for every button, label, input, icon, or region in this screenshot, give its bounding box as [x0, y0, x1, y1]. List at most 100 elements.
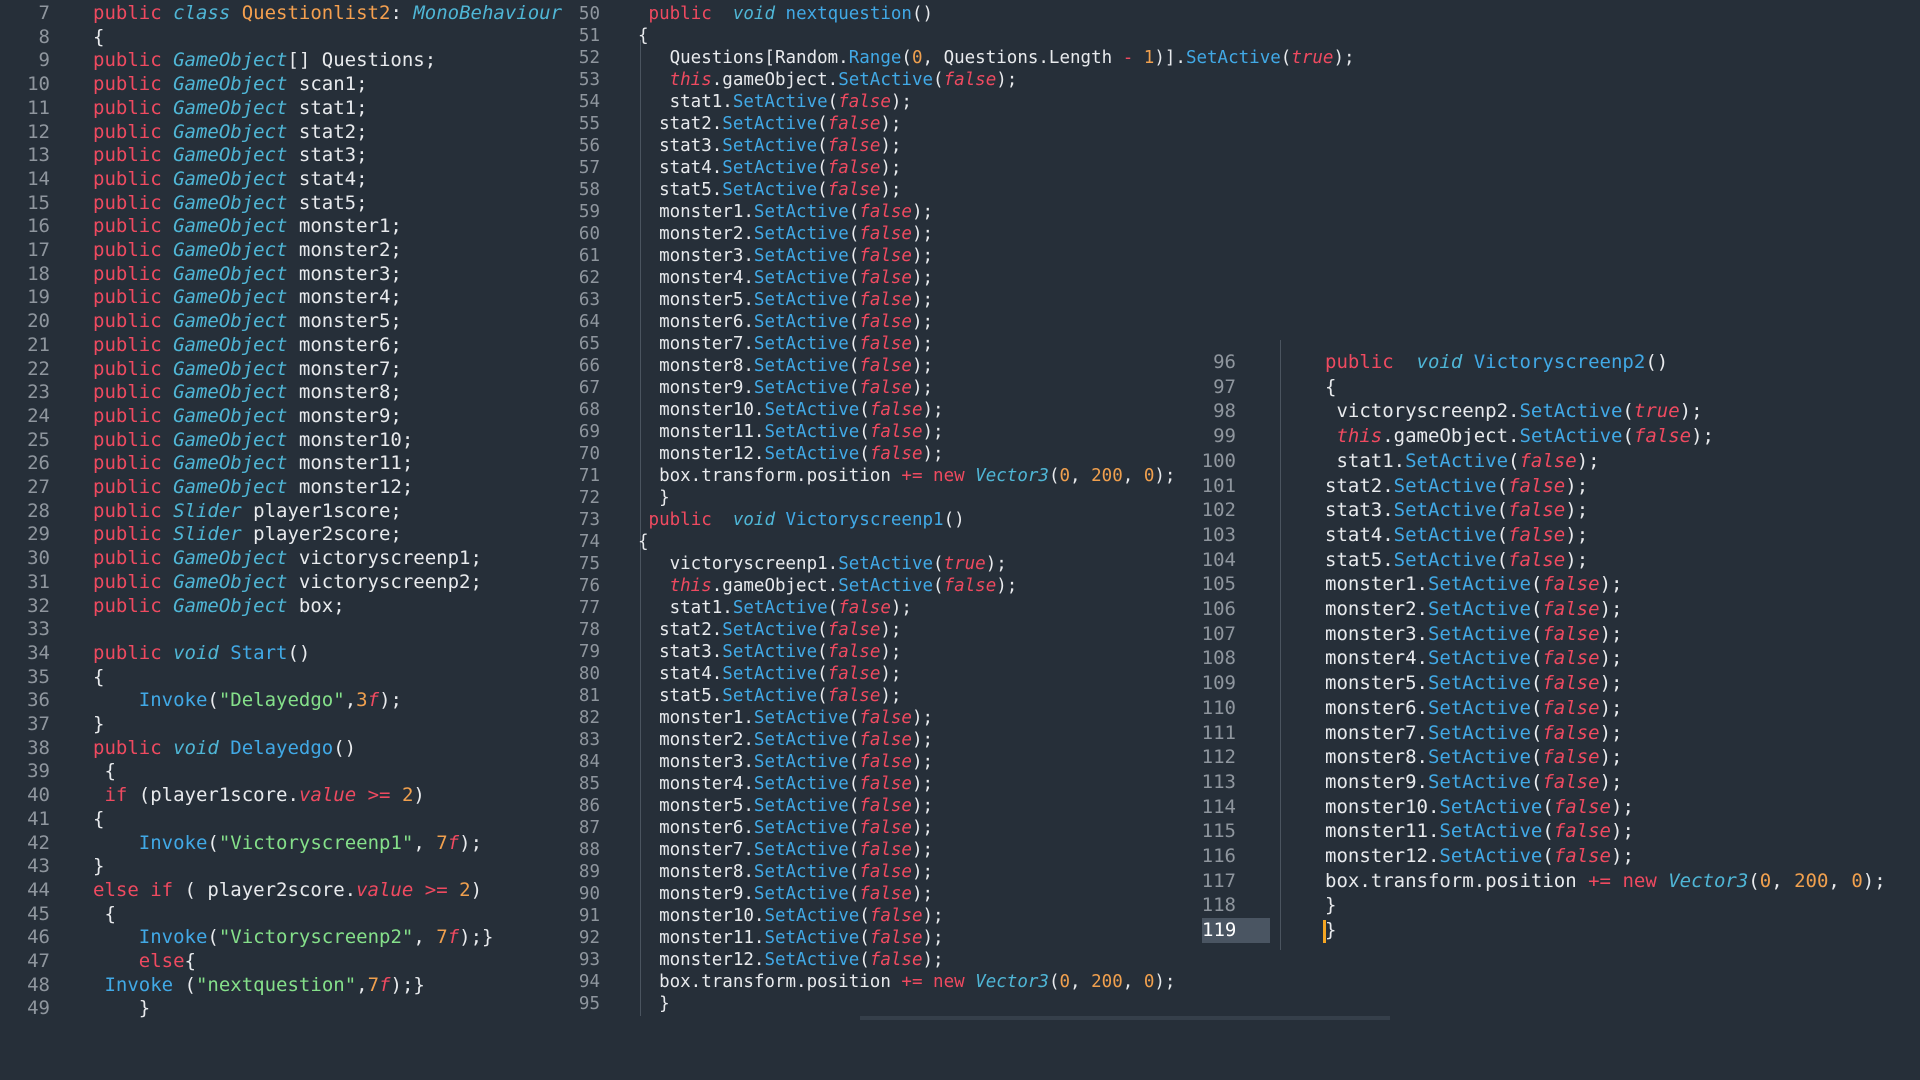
code-text[interactable]: public GameObject monster2; — [93, 239, 402, 263]
code-text[interactable]: monster9.SetActive(false); — [638, 377, 933, 399]
code-text[interactable]: stat1.SetActive(false); — [1325, 449, 1599, 474]
code-text[interactable]: stat2.SetActive(false); — [638, 619, 901, 641]
code-text[interactable]: stat4.SetActive(false); — [638, 157, 901, 179]
code-text[interactable]: stat3.SetActive(false); — [638, 135, 901, 157]
code-text[interactable]: } — [93, 713, 104, 737]
code-text[interactable]: Invoke("Delayedgo",3f); — [93, 689, 402, 713]
code-text[interactable]: monster7.SetActive(false); — [638, 839, 933, 861]
code-text[interactable]: public GameObject monster6; — [93, 334, 402, 358]
code-text[interactable]: public void nextquestion() — [638, 3, 934, 25]
code-text[interactable]: } — [1325, 918, 1336, 943]
code-text[interactable]: public GameObject monster12; — [93, 476, 413, 500]
code-text[interactable]: box.transform.position += new Vector3(0,… — [638, 971, 1175, 993]
code-text[interactable]: box.transform.position += new Vector3(0,… — [1325, 869, 1886, 894]
code-text[interactable]: Invoke ("nextquestion",7f);} — [93, 974, 424, 998]
code-text[interactable]: Questions[Random.Range(0, Questions.Leng… — [638, 47, 1355, 69]
code-text[interactable]: public GameObject stat3; — [93, 144, 368, 168]
code-text[interactable]: monster7.SetActive(false); — [638, 333, 933, 355]
code-text[interactable]: stat2.SetActive(false); — [1325, 474, 1588, 499]
code-text[interactable]: monster5.SetActive(false); — [1325, 671, 1622, 696]
code-text[interactable]: monster4.SetActive(false); — [1325, 646, 1622, 671]
code-text[interactable]: public void Victoryscreenp1() — [638, 509, 965, 531]
code-text[interactable]: public GameObject monster5; — [93, 310, 402, 334]
code-text[interactable]: box.transform.position += new Vector3(0,… — [638, 465, 1175, 487]
code-text[interactable]: stat2.SetActive(false); — [638, 113, 901, 135]
code-text[interactable]: monster8.SetActive(false); — [638, 355, 933, 377]
code-text[interactable]: monster4.SetActive(false); — [638, 773, 933, 795]
code-text[interactable]: } — [93, 855, 104, 879]
code-text[interactable]: monster10.SetActive(false); — [1325, 795, 1634, 820]
code-text[interactable]: { — [93, 26, 104, 50]
code-text[interactable]: monster6.SetActive(false); — [1325, 696, 1622, 721]
code-text[interactable]: monster11.SetActive(false); — [1325, 819, 1634, 844]
code-text[interactable]: stat4.SetActive(false); — [1325, 523, 1588, 548]
code-text[interactable]: victoryscreenp2.SetActive(true); — [1325, 399, 1702, 424]
code-text[interactable]: monster10.SetActive(false); — [638, 905, 944, 927]
code-text[interactable]: public GameObject stat1; — [93, 97, 368, 121]
code-text[interactable]: else if ( player2score.value >= 2) — [93, 879, 482, 903]
code-text[interactable]: stat5.SetActive(false); — [1325, 548, 1588, 573]
code-text[interactable]: monster9.SetActive(false); — [1325, 770, 1622, 795]
code-text[interactable]: public void Delayedgo() — [93, 737, 356, 761]
code-text[interactable]: stat5.SetActive(false); — [638, 179, 901, 201]
code-text[interactable]: } — [1325, 893, 1336, 918]
code-text[interactable]: stat4.SetActive(false); — [638, 663, 901, 685]
code-text[interactable]: public GameObject victoryscreenp1; — [93, 547, 482, 571]
code-text[interactable]: this.gameObject.SetActive(false); — [1325, 424, 1714, 449]
code-text[interactable]: public GameObject monster8; — [93, 381, 402, 405]
code-text[interactable]: monster1.SetActive(false); — [1325, 572, 1622, 597]
code-text[interactable]: monster12.SetActive(false); — [638, 949, 944, 971]
code-text[interactable]: monster6.SetActive(false); — [638, 817, 933, 839]
code-text[interactable]: public GameObject monster1; — [93, 215, 402, 239]
code-text[interactable]: public GameObject monster11; — [93, 452, 413, 476]
code-text[interactable]: monster4.SetActive(false); — [638, 267, 933, 289]
code-text[interactable]: public Slider player2score; — [93, 523, 402, 547]
code-text[interactable]: monster2.SetActive(false); — [638, 223, 933, 245]
code-text[interactable]: public GameObject monster7; — [93, 358, 402, 382]
code-text[interactable]: public GameObject monster10; — [93, 429, 413, 453]
code-text[interactable]: public GameObject[] Questions; — [93, 49, 436, 73]
code-text[interactable]: public void Victoryscreenp2() — [1325, 350, 1668, 375]
code-text[interactable]: { — [1325, 375, 1336, 400]
code-text[interactable]: Invoke("Victoryscreenp1", 7f); — [93, 832, 482, 856]
code-text[interactable]: if (player1score.value >= 2) — [93, 784, 424, 808]
code-text[interactable]: monster11.SetActive(false); — [638, 927, 944, 949]
code-text[interactable]: public GameObject scan1; — [93, 73, 368, 97]
code-text[interactable]: monster12.SetActive(false); — [1325, 844, 1634, 869]
code-text[interactable]: else{ — [93, 950, 196, 974]
code-text[interactable]: stat3.SetActive(false); — [638, 641, 901, 663]
code-text[interactable]: } — [93, 997, 150, 1021]
code-text[interactable]: public GameObject monster3; — [93, 263, 402, 287]
code-text[interactable]: } — [638, 993, 670, 1015]
code-text[interactable]: public GameObject monster9; — [93, 405, 402, 429]
code-text[interactable]: monster3.SetActive(false); — [638, 245, 933, 267]
code-text[interactable]: stat3.SetActive(false); — [1325, 498, 1588, 523]
code-text[interactable]: monster5.SetActive(false); — [638, 289, 933, 311]
code-text[interactable]: monster10.SetActive(false); — [638, 399, 944, 421]
code-text[interactable]: public GameObject stat5; — [93, 192, 368, 216]
code-text[interactable]: monster3.SetActive(false); — [638, 751, 933, 773]
code-text[interactable]: public GameObject box; — [93, 595, 345, 619]
code-text[interactable]: Invoke("Victoryscreenp2", 7f);} — [93, 926, 494, 950]
code-text[interactable]: this.gameObject.SetActive(false); — [638, 575, 1018, 597]
code-text[interactable]: public GameObject victoryscreenp2; — [93, 571, 482, 595]
code-text[interactable]: { — [93, 903, 115, 927]
code-text[interactable]: monster6.SetActive(false); — [638, 311, 933, 333]
code-text[interactable]: monster1.SetActive(false); — [638, 707, 933, 729]
code-text[interactable]: public GameObject stat4; — [93, 168, 368, 192]
code-text[interactable]: monster2.SetActive(false); — [1325, 597, 1622, 622]
code-text[interactable]: public GameObject monster4; — [93, 286, 402, 310]
code-text[interactable]: monster8.SetActive(false); — [1325, 745, 1622, 770]
code-text[interactable]: victoryscreenp1.SetActive(true); — [638, 553, 1007, 575]
code-text[interactable]: { — [93, 760, 115, 784]
code-text[interactable]: this.gameObject.SetActive(false); — [638, 69, 1018, 91]
code-text[interactable]: stat1.SetActive(false); — [638, 91, 912, 113]
code-text[interactable]: monster12.SetActive(false); — [638, 443, 944, 465]
code-text[interactable]: public void Start() — [93, 642, 310, 666]
code-text[interactable]: monster2.SetActive(false); — [638, 729, 933, 751]
code-text[interactable]: public Slider player1score; — [93, 500, 402, 524]
code-text[interactable]: stat5.SetActive(false); — [638, 685, 901, 707]
horizontal-scrollbar[interactable] — [860, 1016, 1390, 1020]
code-text[interactable]: public GameObject stat2; — [93, 121, 368, 145]
code-text[interactable]: monster8.SetActive(false); — [638, 861, 933, 883]
